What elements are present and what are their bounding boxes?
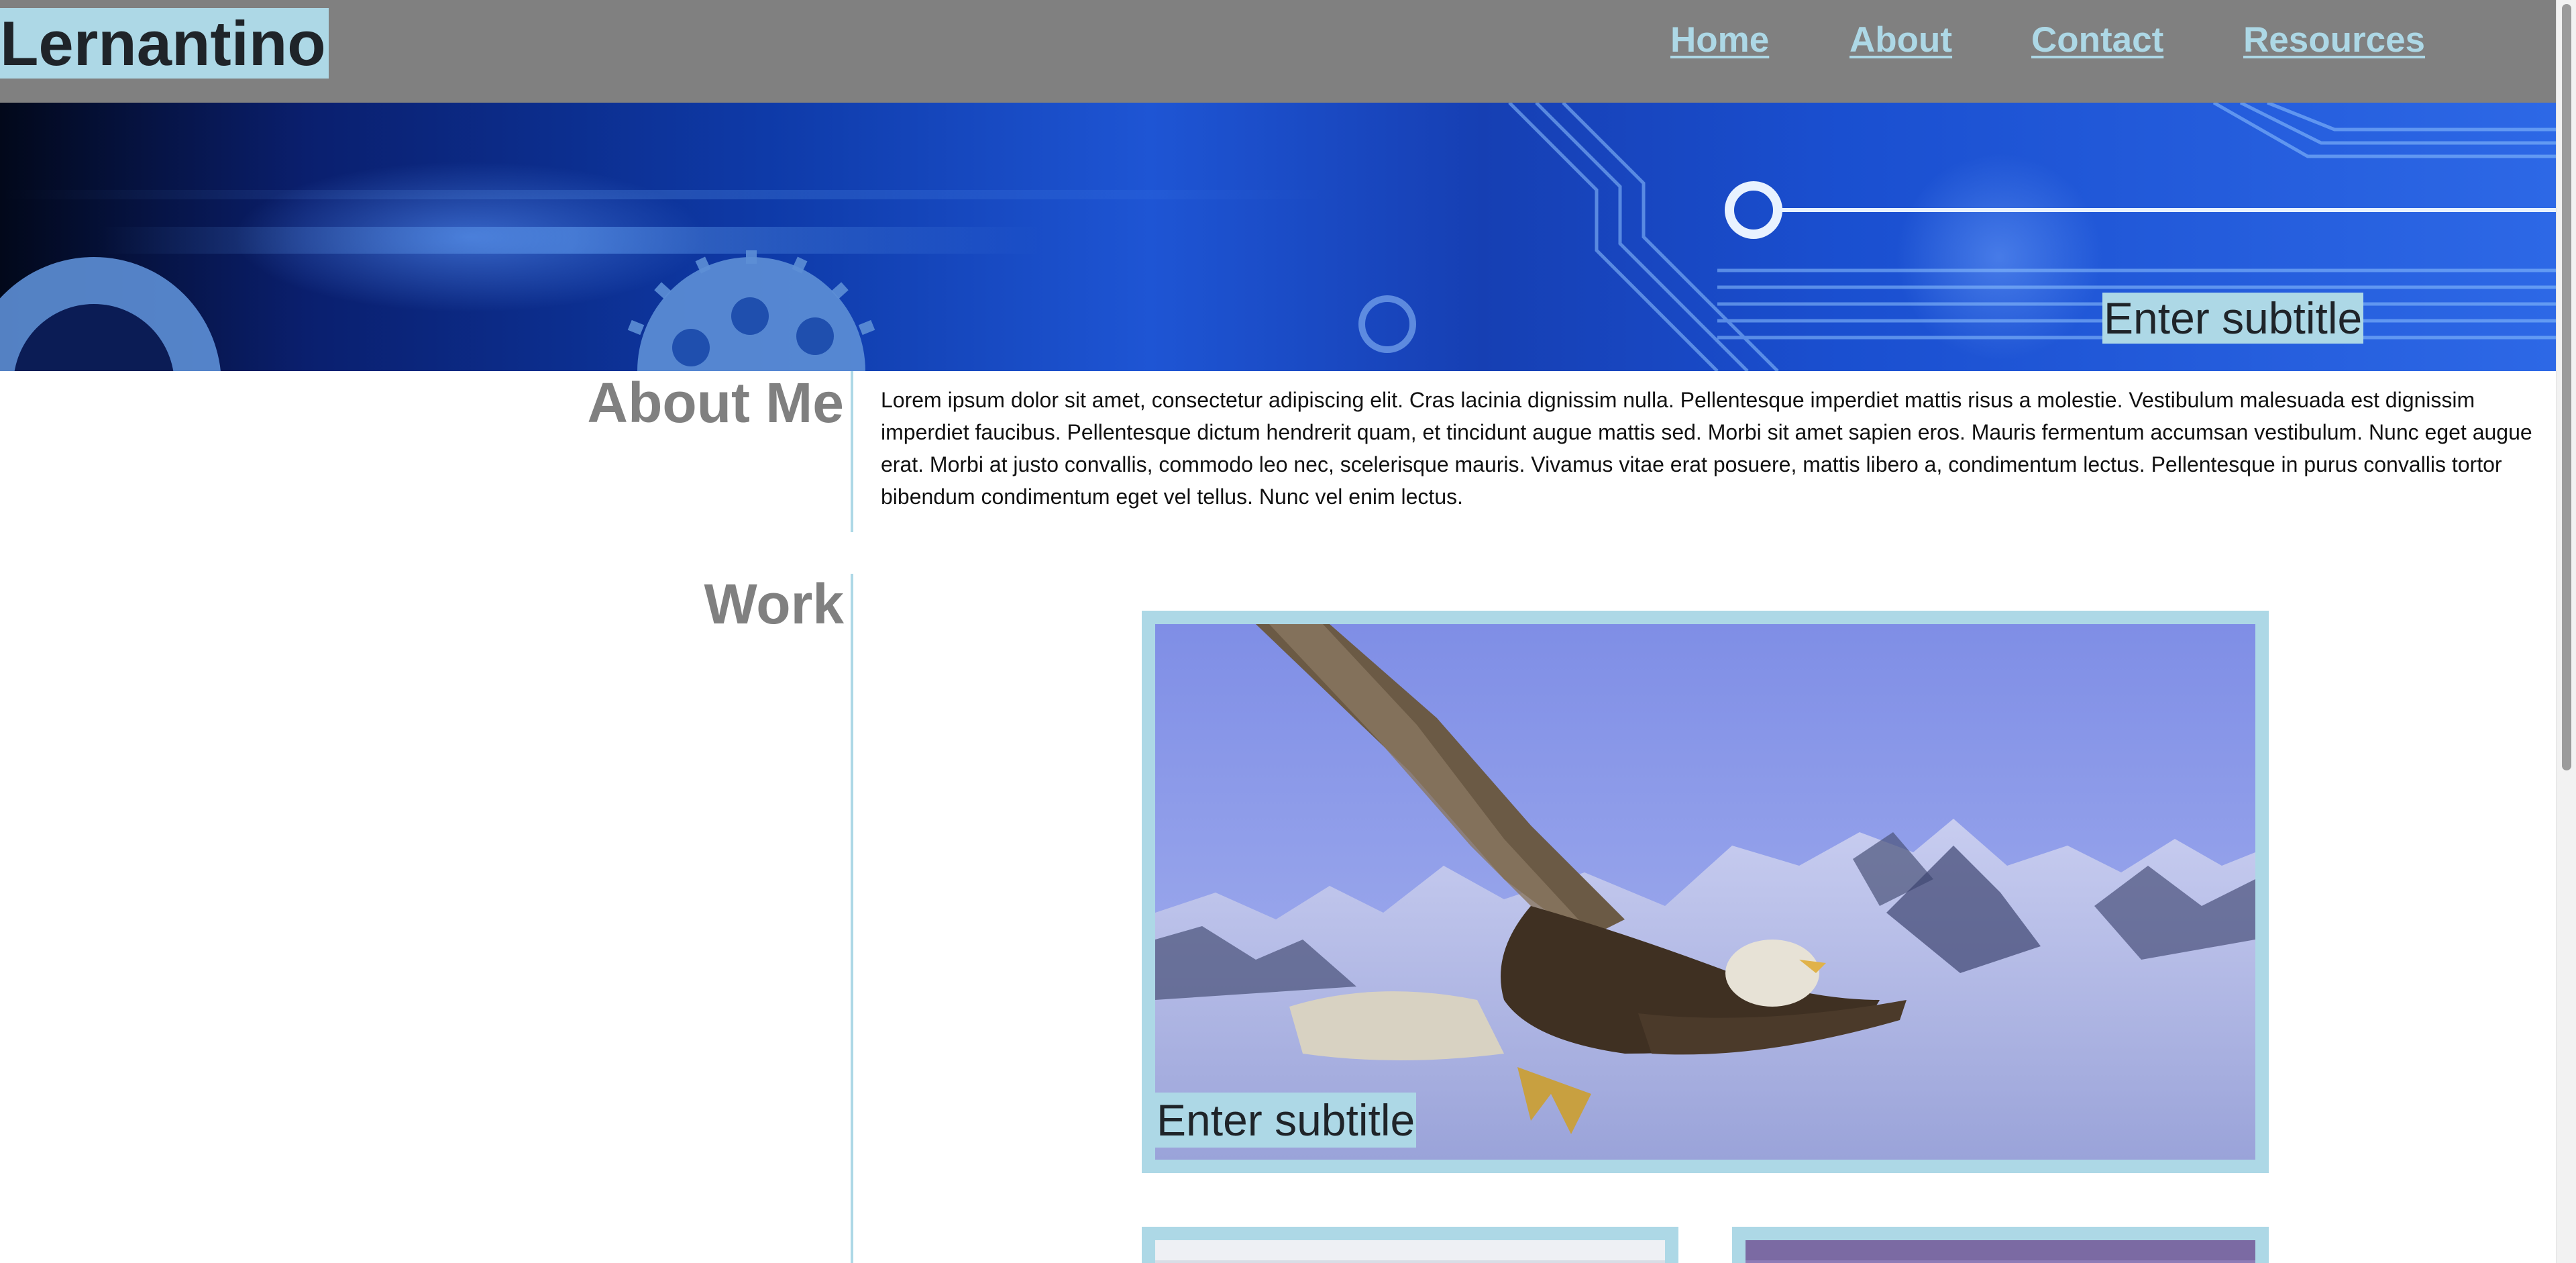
about-heading: About Me [587,371,844,434]
scrollbar-thumb[interactable] [2562,4,2571,770]
work-divider [851,574,853,1263]
site-logo[interactable]: Lernantino [0,8,329,79]
featured-work-image: Enter subtitle [1155,624,2255,1160]
cloud-photo [1155,1240,1665,1263]
eagle-photo [1155,624,2255,1160]
nav-link-resources[interactable]: Resources [2243,19,2425,62]
work-thumbnail-2[interactable] [1732,1227,2269,1263]
nav-link-contact[interactable]: Contact [2031,19,2163,62]
about-paragraph: Lorem ipsum dolor sit amet, consectetur … [881,388,2532,509]
site-header: Lernantino Home About Contact Resources [0,0,2556,103]
nav-link-home[interactable]: Home [1670,19,1769,62]
work-thumbnail-2-image [1746,1240,2255,1263]
hero-subtitle: Enter subtitle [2102,293,2364,344]
portfolio-page: Lernantino Home About Contact Resources [0,0,2556,1263]
work-thumbnail-1[interactable] [1142,1227,1678,1263]
featured-work-card[interactable]: Enter subtitle [1142,611,2269,1173]
work-heading: Work [704,572,844,636]
nav-link-about[interactable]: About [1849,19,1952,62]
purple-sky-photo [1746,1240,2255,1263]
about-divider [851,371,853,532]
featured-work-caption: Enter subtitle [1155,1093,1417,1148]
page-scrollbar[interactable] [2556,0,2576,1263]
work-thumbnail-1-image [1155,1240,1665,1263]
hero-banner: Enter subtitle [0,103,2556,371]
